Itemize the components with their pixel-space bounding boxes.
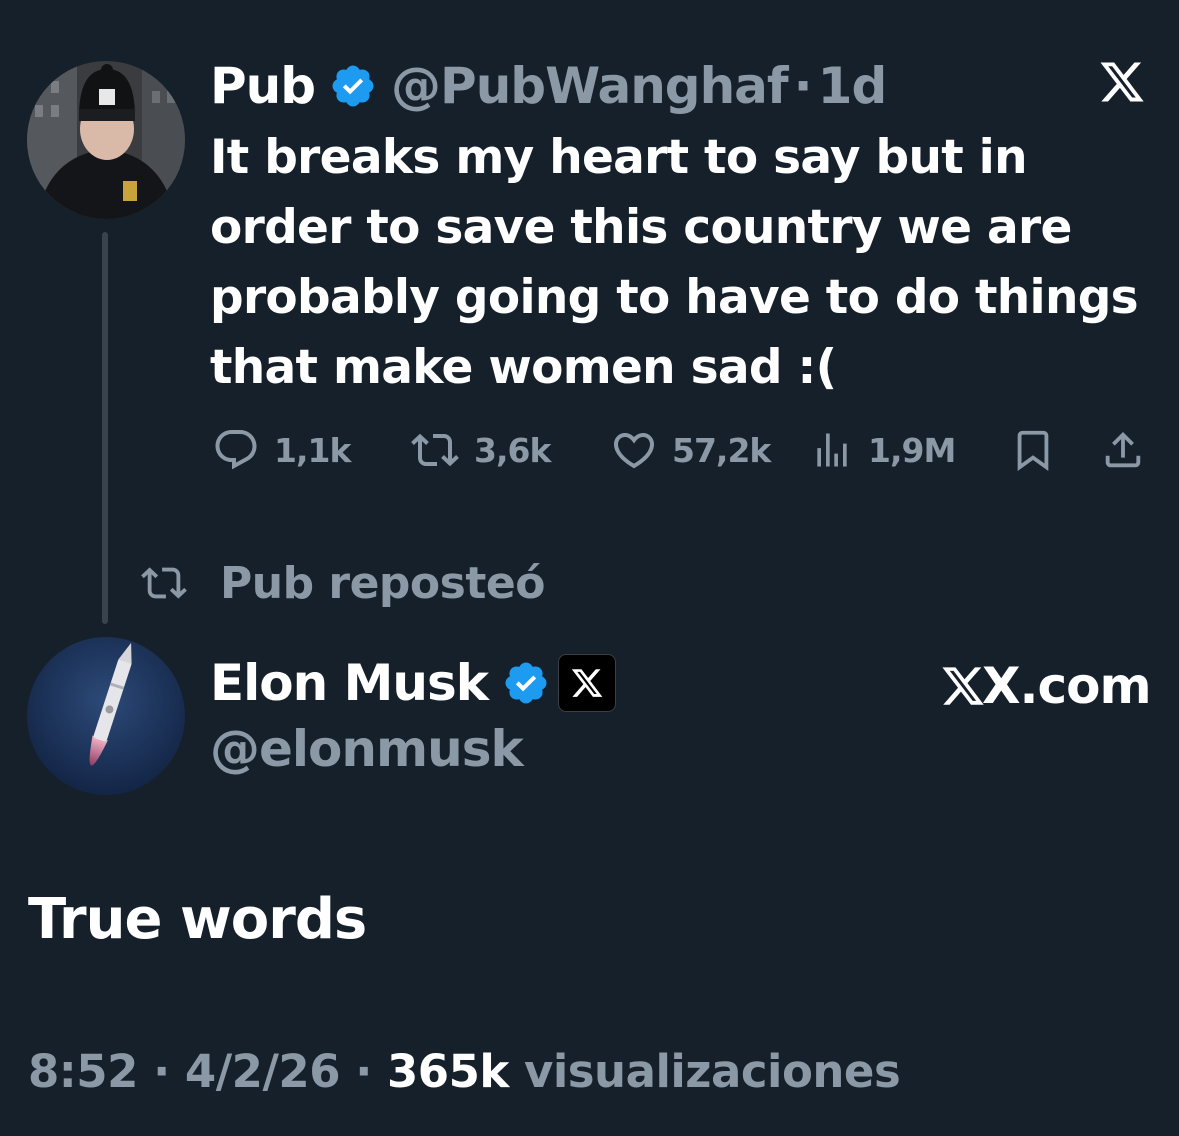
like-button[interactable]: 57,2k [610,426,771,474]
elon-avatar[interactable] [27,637,185,795]
heart-icon [613,433,655,469]
separator-dot: · [793,57,813,115]
reply-button[interactable]: 1,1k [212,426,351,474]
tweet-action-bar: 1,1k 3,6k 57,2k 1,9M [212,424,1152,476]
affiliate-link[interactable]: X.com [940,656,1152,716]
pub-tweet-header: Pub @PubWanghaf · 1d [210,56,888,116]
bookmark-button[interactable] [1010,427,1056,473]
views-icon [817,433,847,467]
share-button[interactable] [1100,427,1146,473]
elon-tweet-header: Elon Musk [210,652,617,714]
repost-icon [141,567,187,599]
pub-tweet-time[interactable]: 1d [818,57,888,115]
reply-icon [215,430,257,470]
tweet-date[interactable]: 4/2/26 [185,1045,341,1098]
reply-count: 1,1k [274,430,351,470]
elon-author-handle[interactable]: @elonmusk [210,718,524,780]
repost-banner-label: Pub reposteó [220,557,545,609]
views-total: 365k [386,1045,509,1098]
affiliate-link-text: X.com [982,657,1152,715]
verified-badge-icon [502,659,550,707]
repost-icon [411,433,459,467]
bookmark-icon [1017,430,1049,471]
x-logo-icon [942,667,984,705]
affiliate-x-badge-icon[interactable] [558,654,617,712]
elon-author-name[interactable]: Elon Musk [210,654,489,712]
repost-button[interactable]: 3,6k [408,426,551,474]
pub-author-name[interactable]: Pub [210,57,316,115]
repost-banner[interactable]: Pub reposteó [138,556,545,610]
tweet-text-line: probably going to have to do things [210,270,1139,325]
views-count: 1,9M [868,430,956,470]
tweet-time[interactable]: 8:52 [28,1045,138,1098]
tweet-footer: 8:52 · 4/2/26 · 365k visualizaciones [28,1042,901,1102]
separator-dot: · [153,1045,170,1098]
x-logo-icon[interactable] [1098,58,1146,106]
views-label: visualizaciones [524,1045,901,1098]
share-icon [1105,431,1141,468]
verified-badge-icon [329,62,377,110]
main-tweet-text: True words [28,887,367,952]
separator-dot: · [355,1045,372,1098]
views-button[interactable]: 1,9M [810,426,956,474]
like-count: 57,2k [672,430,771,470]
pub-tweet-text: It breaks my heart to say but in order t… [210,123,1160,403]
pub-author-handle[interactable]: @PubWanghaf [391,57,789,115]
tweet-text-line: that make women sad :( [210,340,837,395]
pub-avatar[interactable] [27,61,185,219]
thread-connector-line [102,232,108,624]
tweet-text-line: It breaks my heart to say but in [210,130,1028,185]
tweet-text-line: order to save this country we are [210,200,1072,255]
repost-count: 3,6k [474,430,551,470]
